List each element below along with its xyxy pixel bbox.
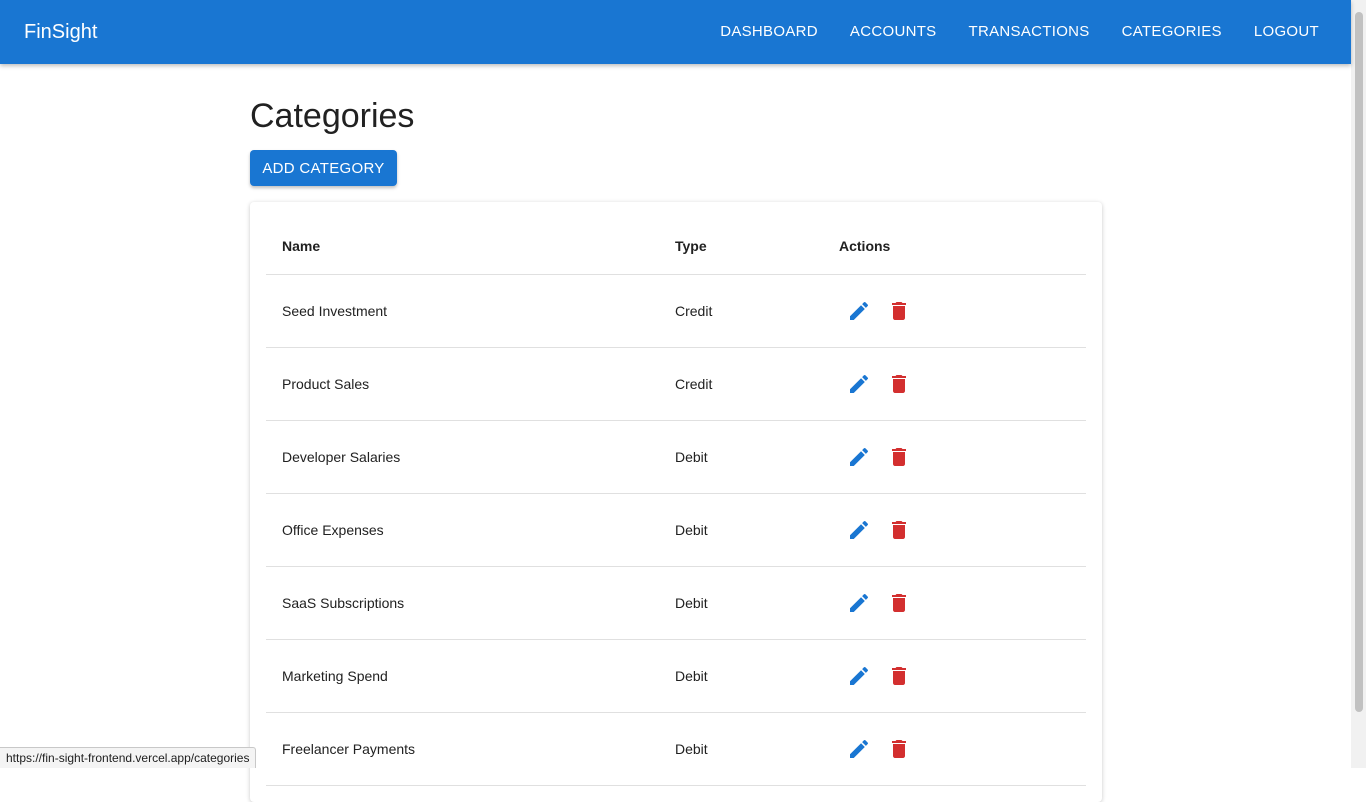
pencil-icon: [850, 739, 869, 758]
category-name-cell: Freelancer Payments: [282, 741, 416, 757]
edit-category-button[interactable]: [847, 372, 871, 396]
delete-category-button[interactable]: [887, 445, 911, 469]
category-type-cell: Credit: [675, 376, 713, 392]
scrollbar-thumb[interactable]: [1355, 12, 1363, 712]
delete-category-button[interactable]: [887, 372, 911, 396]
table-row: Freelancer Payments Debit: [266, 713, 1086, 786]
category-name-cell: SaaS Subscriptions: [282, 595, 405, 611]
pencil-icon: [850, 666, 869, 685]
category-name-cell: Office Expenses: [282, 522, 384, 538]
column-header-name: Name: [282, 238, 321, 254]
add-category-button[interactable]: ADD CATEGORY: [250, 150, 397, 186]
trash-icon: [892, 302, 906, 320]
column-header-actions: Actions: [839, 238, 891, 254]
categories-table: Name Type Actions Seed Investment Credit P…: [250, 202, 1102, 802]
pencil-icon: [850, 593, 869, 612]
delete-category-button[interactable]: [887, 664, 911, 688]
nav-categories[interactable]: CATEGORIES: [1106, 14, 1238, 50]
edit-category-button[interactable]: [847, 591, 871, 615]
table-row: Office Expenses Debit: [266, 494, 1086, 567]
trash-icon: [892, 375, 906, 393]
trash-icon: [892, 448, 906, 466]
delete-category-button[interactable]: [887, 518, 911, 542]
trash-icon: [892, 740, 906, 758]
table-row: Marketing Spend Debit: [266, 640, 1086, 713]
nav-accounts[interactable]: ACCOUNTS: [834, 14, 953, 50]
category-name-cell: Marketing Spend: [282, 668, 388, 684]
delete-category-button[interactable]: [887, 299, 911, 323]
delete-category-button[interactable]: [887, 591, 911, 615]
status-bar-url: https://fin-sight-frontend.vercel.app/ca…: [0, 747, 257, 768]
category-type-cell: Debit: [675, 741, 708, 757]
page-title: Categories: [250, 97, 415, 135]
category-type-cell: Debit: [675, 595, 708, 611]
table-body: Seed Investment Credit Product Sales Credit…: [266, 275, 1086, 786]
table-header-row: Name Type Actions: [266, 216, 1086, 275]
delete-category-button[interactable]: [887, 737, 911, 761]
edit-category-button[interactable]: [847, 445, 871, 469]
category-type-cell: Credit: [675, 303, 713, 319]
table-row: SaaS Subscriptions Debit: [266, 567, 1086, 640]
category-type-cell: Debit: [675, 449, 708, 465]
category-name-cell: Product Sales: [282, 376, 370, 392]
table-row: Seed Investment Credit: [266, 275, 1086, 348]
nav-dashboard[interactable]: DASHBOARD: [704, 14, 834, 50]
nav-logout[interactable]: LOGOUT: [1238, 14, 1335, 50]
trash-icon: [892, 667, 906, 685]
category-name-cell: Developer Salaries: [282, 449, 401, 465]
category-type-cell: Debit: [675, 668, 708, 684]
trash-icon: [892, 594, 906, 612]
pencil-icon: [850, 447, 869, 466]
nav-transactions[interactable]: TRANSACTIONS: [952, 14, 1105, 50]
category-type-cell: Debit: [675, 522, 708, 538]
trash-icon: [892, 521, 906, 539]
pencil-icon: [850, 374, 869, 393]
app-bar: FinSight DASHBOARD ACCOUNTS TRANSACTIONS…: [0, 0, 1351, 64]
brand-logo-text[interactable]: FinSight: [24, 19, 97, 45]
top-nav: DASHBOARD ACCOUNTS TRANSACTIONS CATEGORI…: [704, 14, 1335, 50]
pencil-icon: [850, 301, 869, 320]
edit-category-button[interactable]: [847, 737, 871, 761]
column-header-type: Type: [675, 238, 707, 254]
table-row: Developer Salaries Debit: [266, 421, 1086, 494]
edit-category-button[interactable]: [847, 664, 871, 688]
category-name-cell: Seed Investment: [282, 303, 388, 319]
edit-category-button[interactable]: [847, 518, 871, 542]
vertical-scrollbar[interactable]: [1351, 0, 1366, 768]
pencil-icon: [850, 520, 869, 539]
table-row: Product Sales Credit: [266, 348, 1086, 421]
edit-category-button[interactable]: [847, 299, 871, 323]
